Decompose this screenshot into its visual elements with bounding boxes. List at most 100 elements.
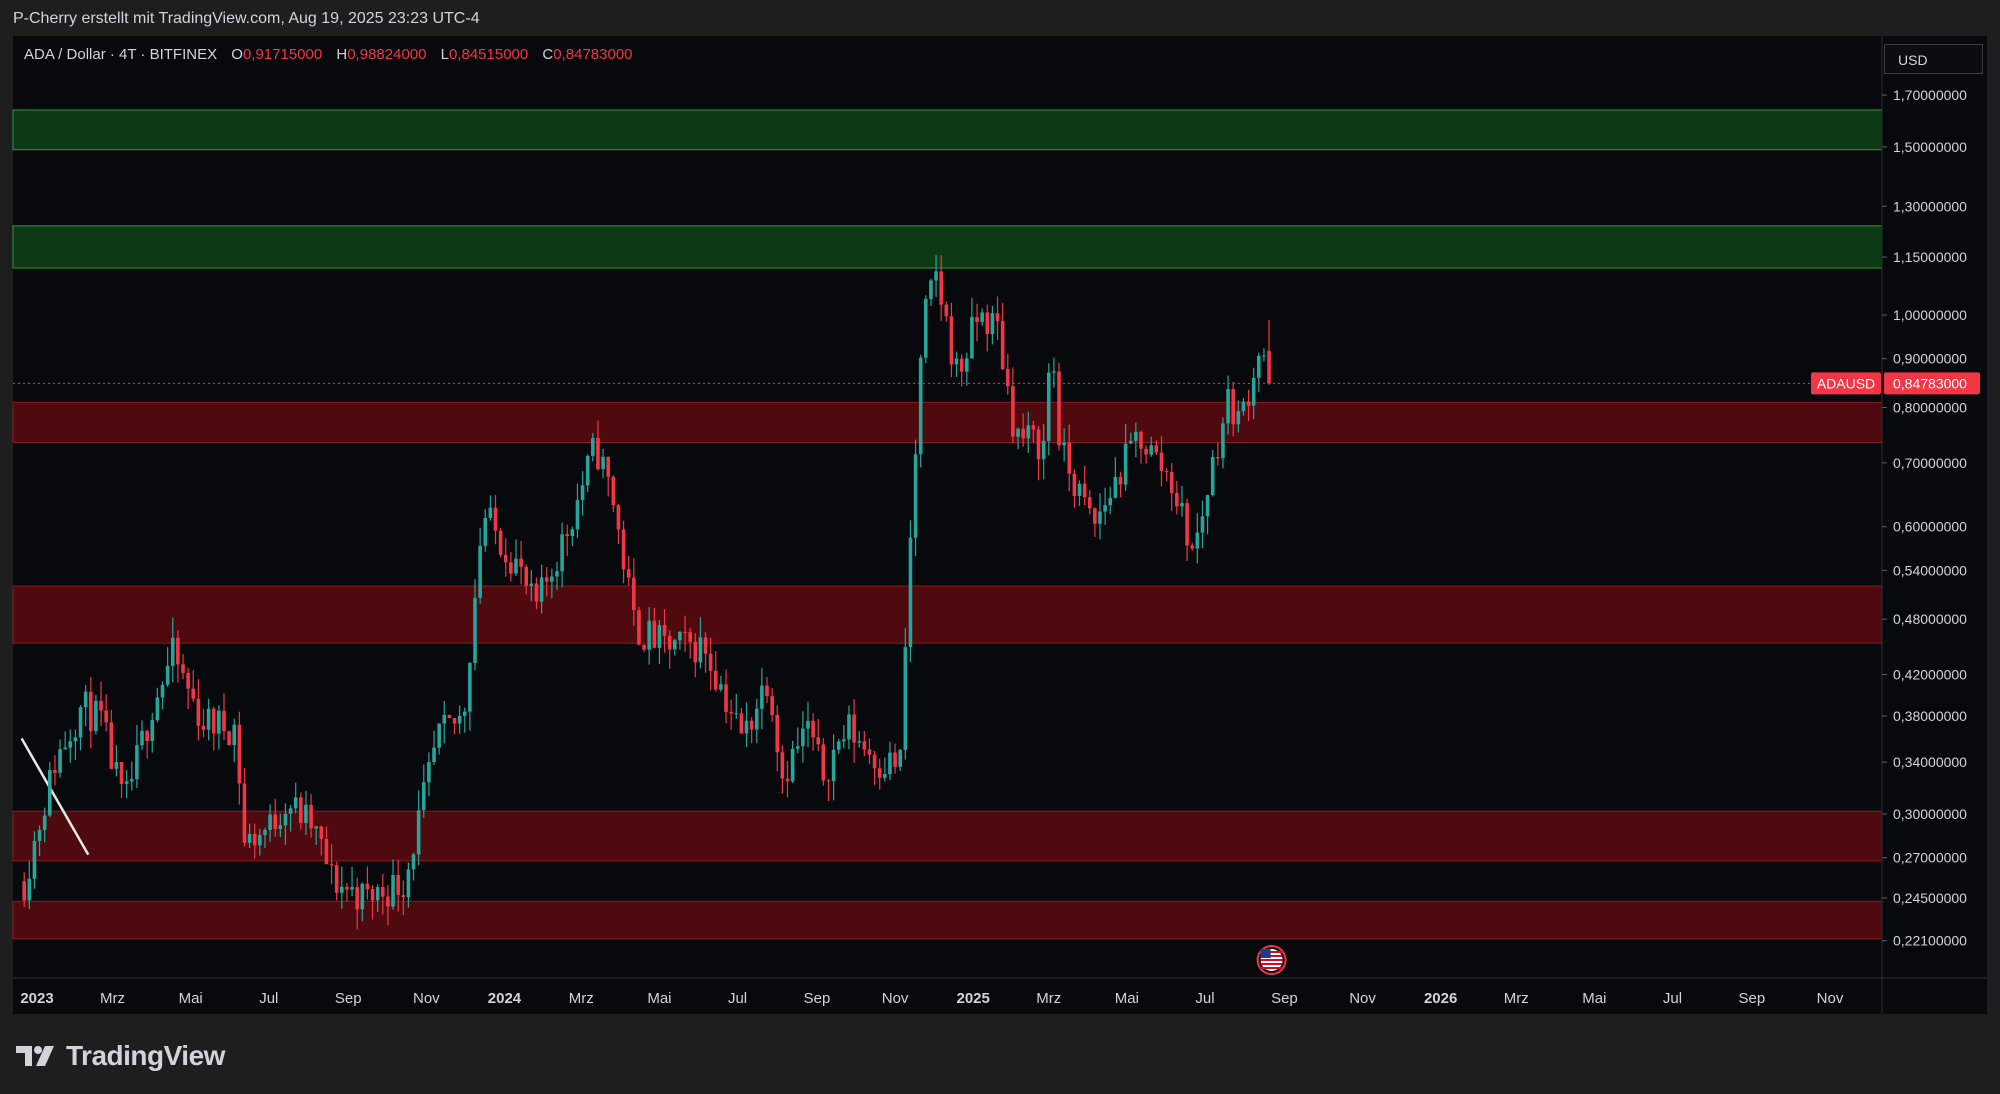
time-tick-label: Mai — [647, 990, 671, 1007]
candle-body — [1011, 386, 1015, 437]
candle-body — [903, 647, 908, 750]
candle-body — [53, 769, 57, 773]
symbol-name: ADA / Dollar · 4T · BITFINEX — [24, 46, 218, 63]
us-flag-event-icon[interactable] — [1256, 945, 1287, 975]
candle-body — [1046, 372, 1051, 441]
candle-body — [483, 517, 488, 546]
candle-body — [1098, 511, 1102, 524]
candle — [411, 852, 416, 881]
candle-body — [37, 829, 42, 841]
candle — [626, 555, 631, 586]
price-tick-label: 0,48000000 — [1893, 611, 1967, 627]
candle — [872, 750, 877, 785]
candle-body — [324, 838, 329, 865]
zone-red-5 — [12, 900, 1883, 940]
time-tick-label: Mrz — [100, 990, 125, 1007]
candle — [181, 654, 185, 680]
candle — [58, 739, 62, 778]
candle-body — [616, 505, 621, 530]
candle-body — [1216, 456, 1220, 459]
currency-button[interactable]: USD — [1884, 44, 1983, 74]
candle — [995, 296, 1000, 341]
candle — [580, 471, 585, 516]
candle-body — [217, 710, 221, 734]
candle-body — [104, 710, 108, 723]
candle — [514, 539, 518, 576]
candle-body — [160, 684, 165, 698]
candle-body — [949, 316, 954, 365]
candle-body — [1185, 503, 1189, 546]
candle-body — [1159, 452, 1164, 472]
candle-body — [734, 713, 739, 715]
candle — [575, 483, 580, 539]
candle — [237, 711, 242, 805]
candle-body — [227, 731, 231, 746]
candle-body — [652, 620, 657, 648]
candle — [155, 687, 160, 723]
candle-body — [944, 304, 949, 317]
candle-body — [242, 783, 247, 843]
candle — [621, 520, 626, 584]
candle-body — [801, 728, 805, 747]
candle-body — [662, 624, 667, 636]
candle-body — [1241, 401, 1246, 412]
candle — [913, 439, 918, 557]
candle-body — [724, 684, 728, 712]
candle-body — [514, 558, 518, 574]
candle-body — [1026, 425, 1031, 439]
price-tick-label: 0,54000000 — [1893, 562, 1967, 578]
price-chart[interactable]: 1,70000000 1,50000000 1,30000000 1,15000000… — [0, 0, 2000, 1094]
candle — [1221, 417, 1225, 469]
candle-body — [319, 826, 324, 839]
candle — [713, 651, 718, 692]
candle — [63, 731, 67, 750]
candle-body — [432, 747, 436, 763]
candle-body — [457, 715, 462, 724]
time-tick-label: Mai — [1115, 990, 1139, 1007]
candle — [826, 778, 831, 801]
candle — [555, 561, 559, 590]
candle-body — [995, 313, 1000, 321]
time-tick-label: 2025 — [957, 990, 990, 1007]
candle — [519, 541, 523, 585]
candle-body — [452, 718, 457, 724]
candle — [985, 304, 990, 352]
candle-body — [42, 815, 47, 830]
candle — [1257, 352, 1261, 392]
candle — [488, 495, 493, 521]
candle — [601, 448, 605, 479]
candle-body — [27, 878, 32, 901]
candle — [724, 669, 728, 724]
candle — [1087, 490, 1092, 515]
candle — [570, 526, 575, 546]
price-tick-label: 1,00000000 — [1893, 307, 1967, 323]
candle — [729, 699, 733, 730]
close-label: C — [542, 46, 554, 63]
candle-body — [488, 507, 493, 518]
candle — [53, 755, 57, 786]
candle-body — [918, 357, 923, 455]
candle-body — [575, 500, 580, 530]
candle-body — [1118, 476, 1123, 485]
candle — [442, 700, 447, 744]
candle-body — [1195, 532, 1200, 549]
candle-body — [621, 529, 626, 570]
candle-body — [1257, 355, 1261, 378]
candle — [847, 705, 851, 750]
candle-body — [1087, 497, 1092, 509]
candle-body — [88, 691, 93, 732]
candle — [1011, 367, 1015, 444]
candle-body — [831, 749, 836, 782]
candle — [821, 738, 826, 786]
candle — [780, 745, 785, 794]
candle — [242, 768, 247, 847]
tradingview-logo[interactable]: TradingView — [16, 1040, 225, 1072]
candle — [842, 725, 846, 749]
candle — [836, 738, 841, 754]
candle — [703, 632, 708, 673]
candle — [345, 882, 349, 902]
candle — [119, 762, 124, 798]
candle-body — [391, 875, 395, 907]
candle-body — [247, 833, 252, 843]
candle-body — [340, 886, 344, 893]
